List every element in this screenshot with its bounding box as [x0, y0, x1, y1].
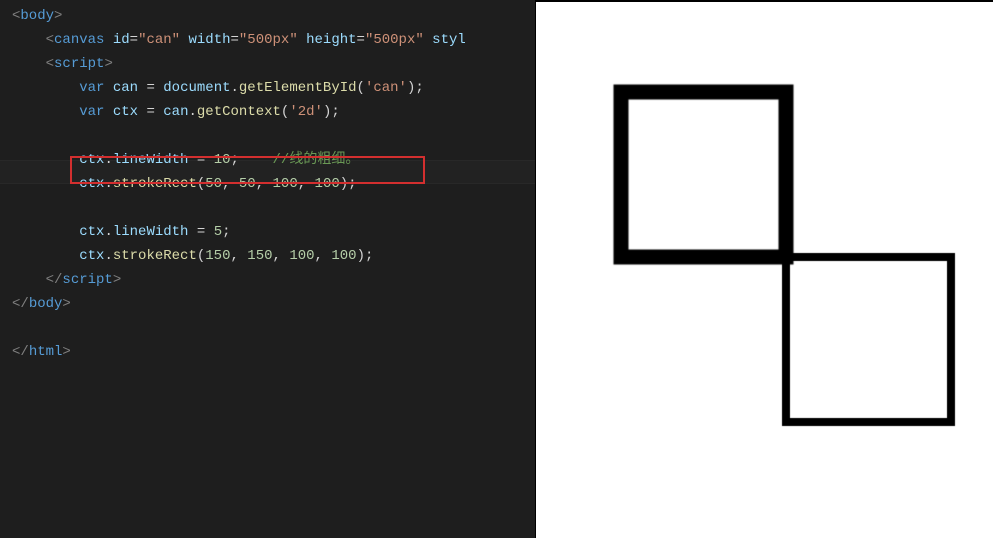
- canvas-output: [536, 2, 992, 538]
- code-line: <body>: [12, 4, 535, 28]
- code-line: </body>: [12, 292, 535, 316]
- code-line: var can = document.getElementById('can')…: [12, 76, 535, 100]
- code-line-highlighted: ctx.lineWidth = 10; //线的粗细。: [12, 148, 535, 172]
- code-line: [12, 316, 535, 340]
- code-line: ctx.strokeRect(50, 50, 100, 100);: [12, 172, 535, 196]
- browser-preview: [535, 0, 993, 538]
- code-line: <canvas id="can" width="500px" height="5…: [12, 28, 535, 52]
- code-line: [12, 196, 535, 220]
- code-line: </script>: [12, 268, 535, 292]
- code-line: [12, 124, 535, 148]
- code-line: ctx.strokeRect(150, 150, 100, 100);: [12, 244, 535, 268]
- code-line: </html>: [12, 340, 535, 364]
- code-line: var ctx = can.getContext('2d');: [12, 100, 535, 124]
- code-line: ctx.lineWidth = 5;: [12, 220, 535, 244]
- code-line: <script>: [12, 52, 535, 76]
- code-editor[interactable]: <body> <canvas id="can" width="500px" he…: [0, 0, 535, 538]
